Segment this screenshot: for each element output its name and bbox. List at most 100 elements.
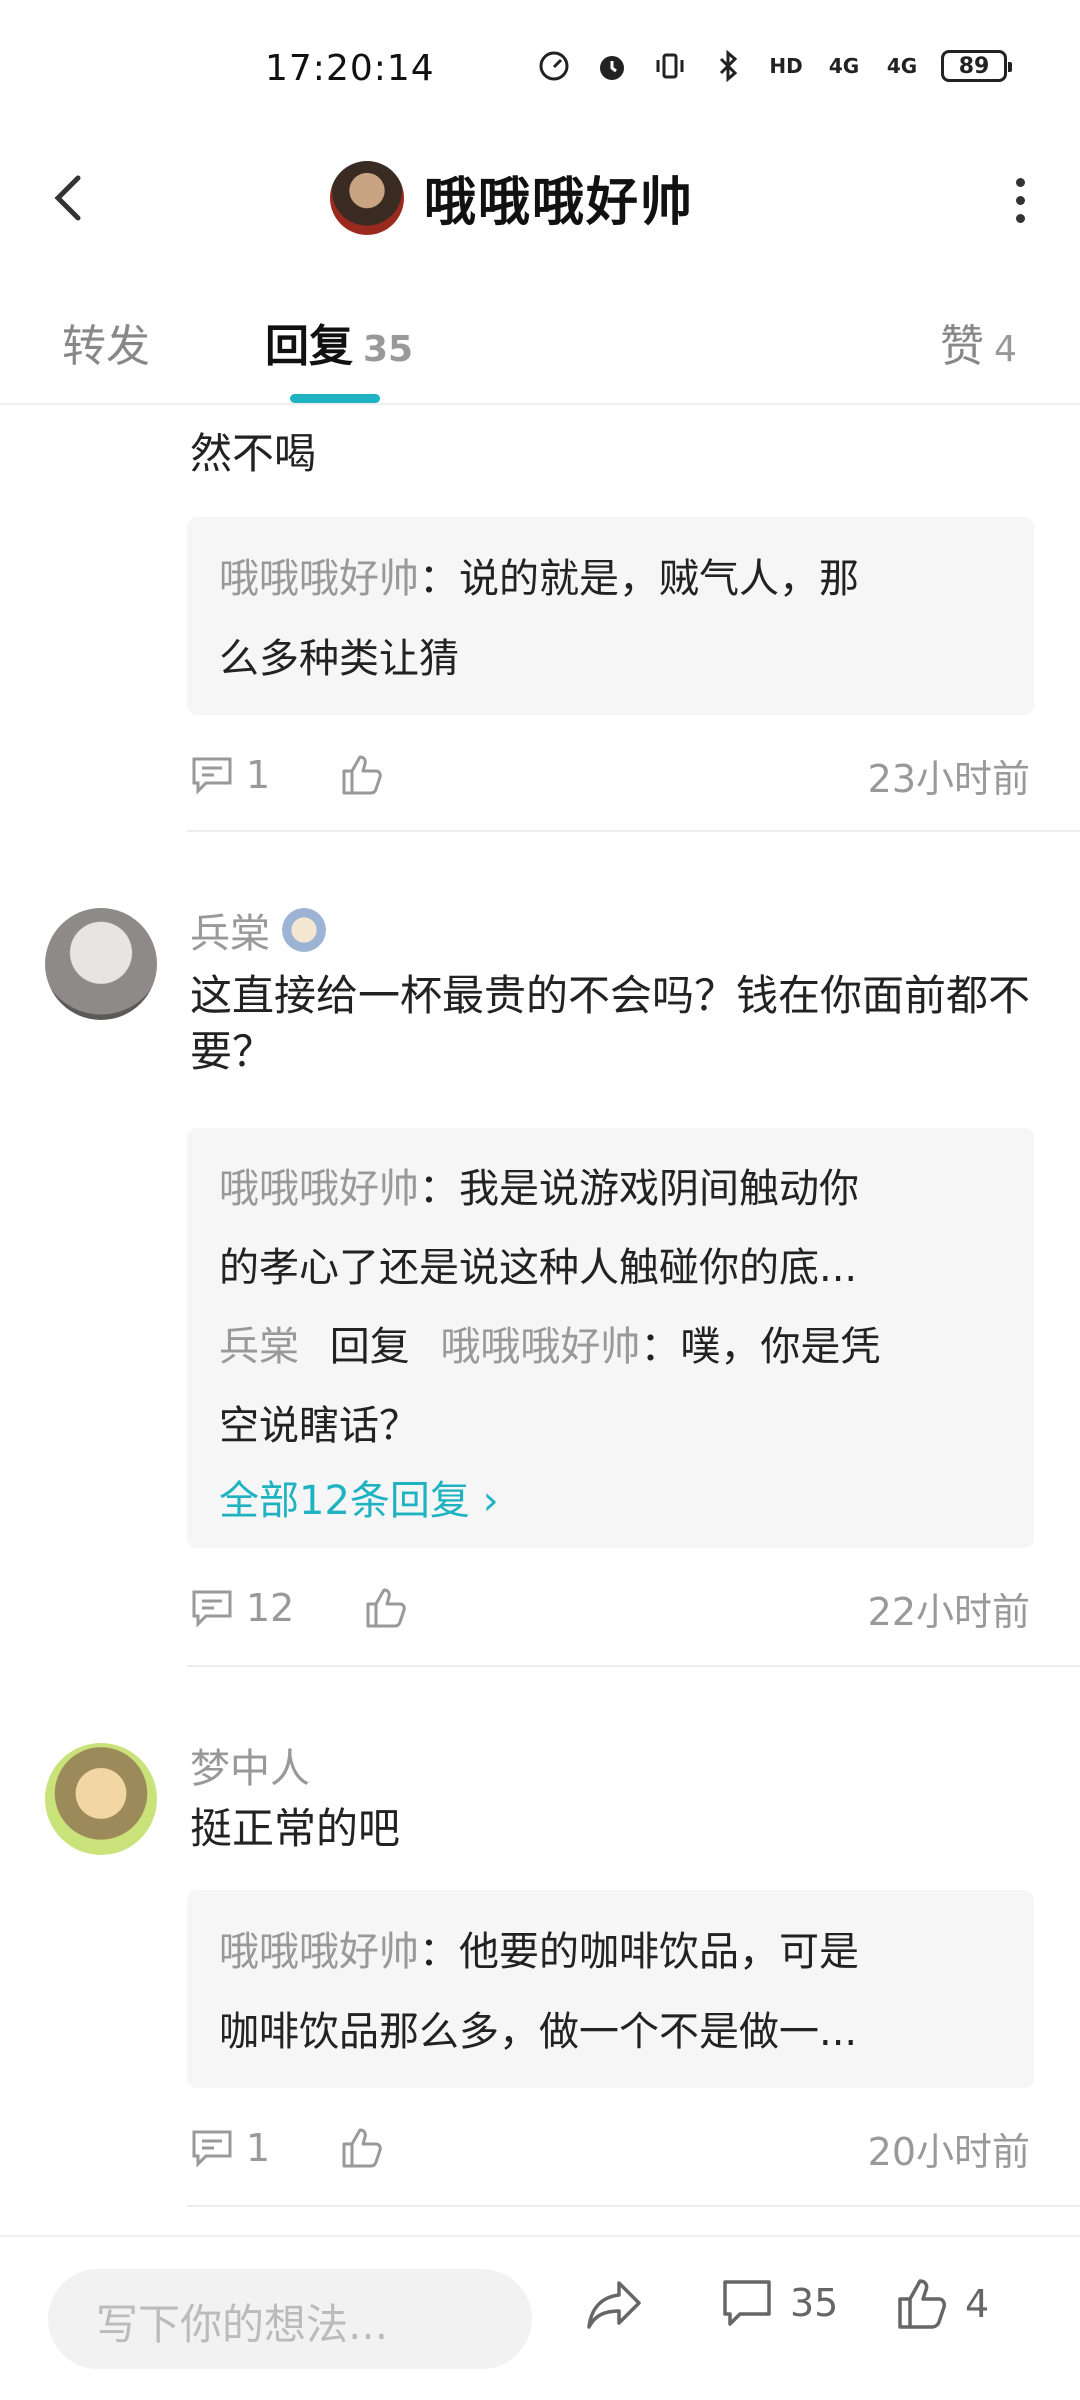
- tab-like-count: 4: [994, 329, 1017, 370]
- thumbs-up-icon: [366, 1588, 407, 1628]
- reply-text: ：说的就是，贼气人，那: [419, 556, 859, 602]
- reply-author[interactable]: 哦哦哦好帅: [219, 556, 419, 602]
- tab-indicator: [290, 394, 380, 403]
- reply-preview[interactable]: 哦哦哦好帅：说的就是，贼气人，那 么多种类让猜: [187, 517, 1034, 715]
- chevron-right-icon: ›: [482, 1478, 499, 1524]
- dot: [1015, 177, 1025, 187]
- reply-count: 1: [246, 753, 271, 797]
- like-button[interactable]: [340, 2126, 384, 2170]
- dot: [1015, 195, 1025, 205]
- reply-preview[interactable]: 哦哦哦好帅：他要的咖啡饮品，可是 咖啡饮品那么多，做一个不是做一...: [187, 1890, 1034, 2088]
- comment-input-placeholder: 写下你的想法...: [96, 2300, 389, 2349]
- divider: [187, 1665, 1080, 1667]
- reply-button[interactable]: 12: [190, 1586, 294, 1630]
- bluetooth-icon: [709, 49, 747, 83]
- reply-author[interactable]: 哦哦哦好帅: [219, 1166, 419, 1212]
- tab-bar: 转发 回复 35 赞4: [0, 290, 1080, 405]
- author-name: 兵棠: [190, 911, 270, 957]
- share-icon: [587, 2281, 641, 2329]
- comment-time: 23小时前: [867, 756, 1030, 801]
- comment-actions: 1 23小时前: [190, 745, 1030, 805]
- reply-count: 1: [246, 2126, 271, 2170]
- reply-author[interactable]: 哦哦哦好帅: [219, 1929, 419, 1975]
- tab-forward-label: 转发: [62, 321, 150, 372]
- more-options-button[interactable]: [1000, 170, 1040, 230]
- author-name: 梦中人: [190, 1746, 310, 1792]
- reply-line: 哦哦哦好帅：我是说游戏阴间触动你: [219, 1150, 1002, 1229]
- post-author[interactable]: 哦哦哦好帅: [330, 160, 694, 235]
- top-bar: 哦哦哦好帅: [0, 140, 1080, 260]
- comment-actions: 12 22小时前: [190, 1578, 1030, 1638]
- status-time: 17:20:14: [265, 48, 435, 89]
- badge-icon: [282, 908, 326, 952]
- status-icons: HD 4G 4G 89: [535, 49, 1012, 83]
- reply-text: 空说瞎话？: [219, 1403, 419, 1449]
- comment-input[interactable]: 写下你的想法...: [48, 2269, 532, 2369]
- avatar[interactable]: [45, 1743, 157, 1855]
- signal-icon-1: 4G: [825, 50, 863, 82]
- reply-line: 哦哦哦好帅：说的就是，贼气人，那: [219, 539, 1002, 619]
- all-replies-label: 全部12条回复: [219, 1478, 470, 1524]
- comment-icon: [192, 757, 232, 795]
- network-type-2: 4G: [886, 54, 918, 78]
- divider: [187, 830, 1080, 832]
- reply-line: 空说瞎话？: [219, 1387, 1002, 1466]
- tab-like[interactable]: 赞4: [940, 310, 1017, 374]
- comment-icon: [192, 1590, 232, 1628]
- thumbs-up-icon: [342, 2128, 382, 2168]
- like-button[interactable]: [364, 1586, 408, 1630]
- comment-text: 然不喝: [190, 429, 317, 478]
- comment-icon: [192, 2130, 232, 2168]
- all-replies-link[interactable]: 全部12条回复 ›: [219, 1466, 1002, 1536]
- reply-button[interactable]: 1: [190, 2126, 270, 2170]
- comment-count: 35: [790, 2281, 839, 2325]
- status-bar: 17:20:14 HD 4G 4G 89: [0, 0, 1080, 140]
- reply-line: 的孝心了还是说这种人触碰你的底...: [219, 1229, 1002, 1308]
- comment-icon: [723, 2280, 771, 2326]
- thumbs-up-icon: [898, 2279, 946, 2329]
- comment-author[interactable]: 梦中人: [190, 1736, 310, 1794]
- reply-line: 哦哦哦好帅：他要的咖啡饮品，可是: [219, 1912, 1002, 1992]
- tab-forward[interactable]: 转发: [62, 310, 150, 374]
- dot: [1015, 213, 1025, 223]
- comment-text: 挺正常的吧: [190, 1804, 401, 1853]
- reply-text: 的孝心了还是说这种人触碰你的底...: [219, 1245, 858, 1291]
- like-button[interactable]: 4: [895, 2277, 989, 2331]
- reply-button[interactable]: 1: [190, 753, 270, 797]
- comment-time: 22小时前: [867, 1589, 1030, 1634]
- reply-count: 12: [246, 1586, 295, 1630]
- comment-actions: 1 20小时前: [190, 2118, 1030, 2178]
- reply-text: ：噗，你是凭: [640, 1324, 881, 1370]
- comment-text: 这直接给一杯最贵的不会吗？钱在你面前都不要？: [190, 971, 1031, 1076]
- tab-reply[interactable]: 回复 35: [265, 310, 413, 374]
- alarm-icon: [593, 50, 631, 82]
- back-button[interactable]: [40, 168, 100, 228]
- chevron-left-icon: [54, 175, 81, 221]
- reply-line: 咖啡饮品那么多，做一个不是做一...: [219, 1992, 1002, 2072]
- comment-author[interactable]: 兵棠: [190, 901, 326, 959]
- comments-button[interactable]: 35: [720, 2277, 838, 2329]
- thumbs-up-icon: [342, 755, 382, 795]
- battery-icon: 89: [941, 50, 1012, 82]
- avatar[interactable]: [45, 908, 157, 1020]
- reply-text: 咖啡饮品那么多，做一个不是做一...: [219, 2009, 858, 2055]
- page-title: 哦哦哦好帅: [424, 173, 695, 233]
- reply-preview[interactable]: 哦哦哦好帅：我是说游戏阴间触动你 的孝心了还是说这种人触碰你的底... 兵棠 回…: [187, 1128, 1034, 1548]
- reply-line: 么多种类让猜: [219, 619, 1002, 699]
- reply-verb: 回复: [329, 1324, 410, 1370]
- reply-text: 么多种类让猜: [219, 636, 459, 682]
- reply-author[interactable]: 兵棠: [219, 1324, 299, 1370]
- network-type-1: 4G: [828, 54, 860, 78]
- reply-target[interactable]: 哦哦哦好帅: [440, 1324, 640, 1370]
- vibrate-icon: [651, 50, 689, 82]
- like-button[interactable]: [340, 753, 384, 797]
- tab-reply-count: 35: [363, 329, 414, 370]
- signal-icon-2: 4G: [883, 50, 921, 82]
- avatar[interactable]: [330, 160, 404, 235]
- like-count: 4: [965, 2282, 990, 2326]
- tab-like-label: 赞: [940, 321, 984, 372]
- hd-icon: HD: [769, 54, 803, 78]
- comment-time: 20小时前: [867, 2129, 1030, 2174]
- speedometer-icon: [535, 50, 573, 82]
- share-button[interactable]: [585, 2277, 645, 2333]
